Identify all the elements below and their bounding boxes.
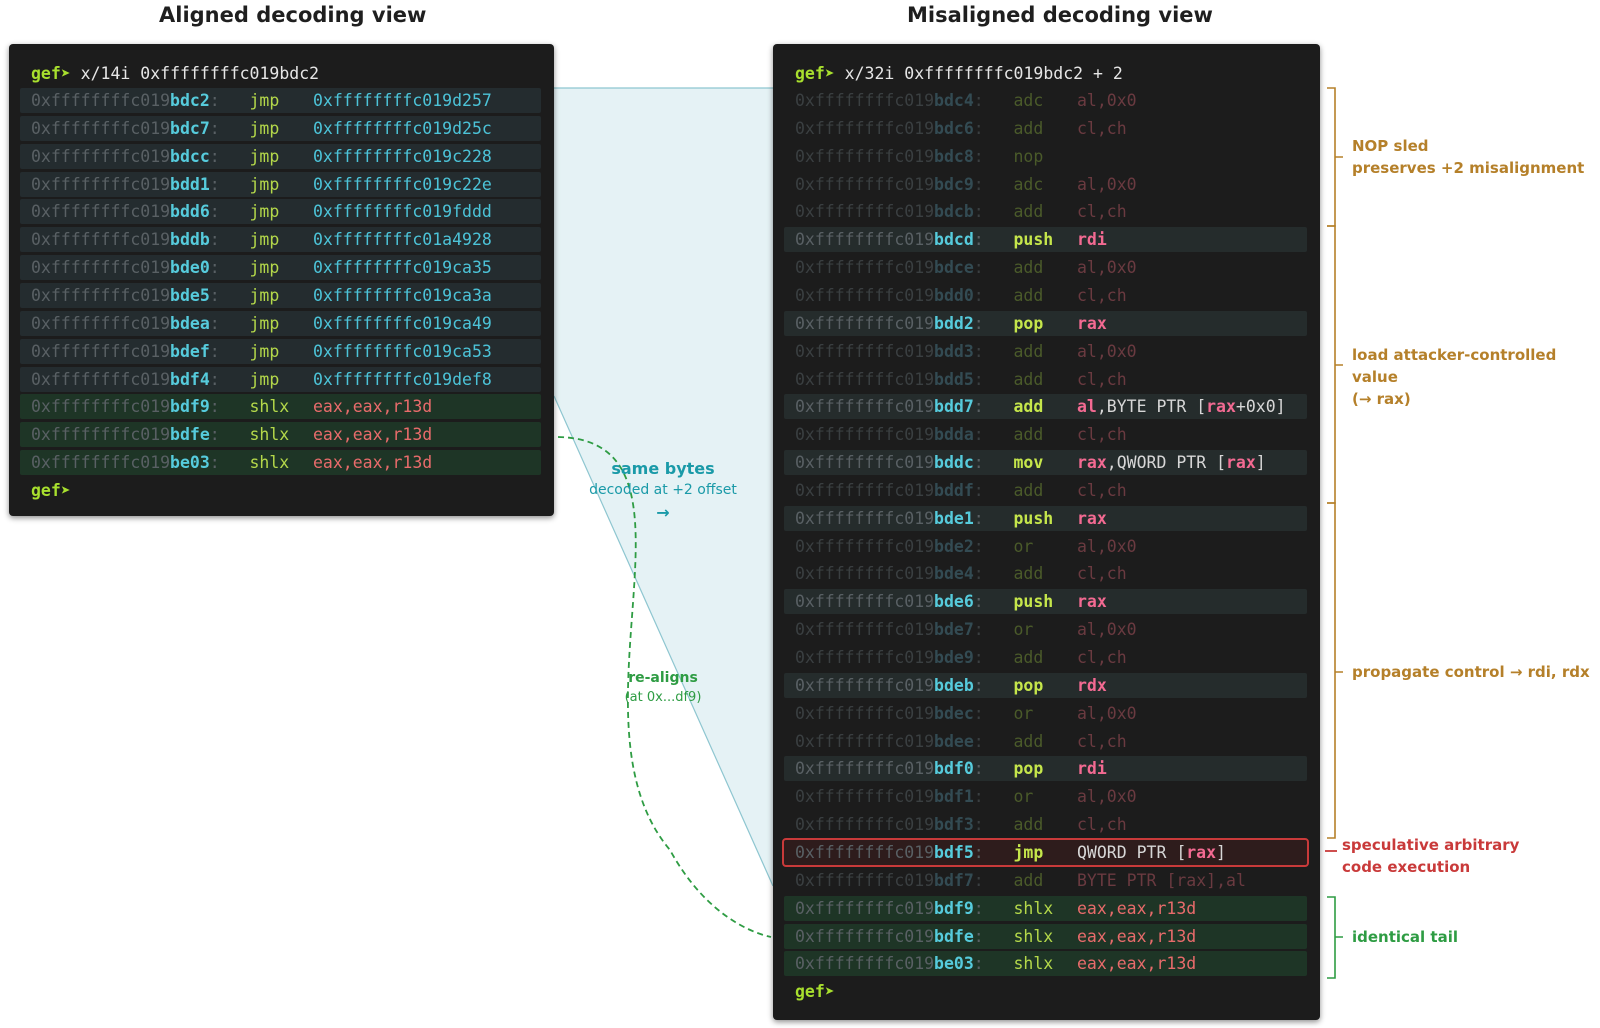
note-load-line1: load attacker-controlled value (1352, 346, 1557, 386)
note-speculative-line2: code execution (1342, 858, 1471, 876)
bracket-nop-sled (1327, 87, 1343, 227)
note-load-line2: (→ rax) (1352, 390, 1411, 408)
note-nop-sled-line2: preserves +2 misalignment (1352, 159, 1585, 177)
bracket-load (1327, 225, 1343, 504)
note-speculative: speculative arbitrary code execution (1342, 834, 1519, 878)
note-nop-sled-line1: NOP sled (1352, 137, 1429, 155)
note-nop-sled: NOP sled preserves +2 misalignment (1352, 135, 1584, 179)
bracket-propagate (1327, 502, 1343, 839)
note-propagate: propagate control → rdi, rdx (1352, 663, 1590, 681)
bracket-tail (1327, 896, 1343, 979)
note-identical-tail: identical tail (1352, 928, 1458, 946)
note-speculative-line1: speculative arbitrary (1342, 836, 1520, 854)
note-load: load attacker-controlled value (→ rax) (1352, 344, 1600, 410)
